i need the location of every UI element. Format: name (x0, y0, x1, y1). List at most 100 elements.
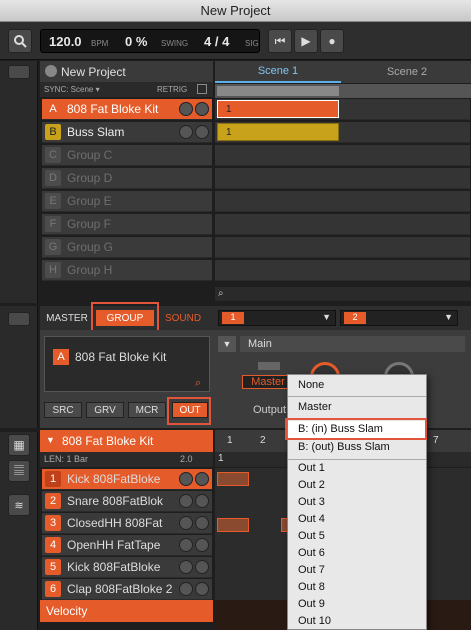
length-dropdown[interactable]: LEN: 1 Bar (44, 454, 88, 464)
page-selector-2[interactable]: 2 ▼ (340, 310, 458, 326)
chevron-down-icon: ▼ (222, 339, 232, 349)
group-row[interactable]: D Group D (42, 168, 212, 189)
pad-pan-knob[interactable] (195, 538, 209, 552)
group-name: Group D (67, 171, 113, 185)
menu-item-buss-out[interactable]: B: (out) Buss Slam (288, 439, 426, 456)
grid-view-button[interactable]: ▦ (8, 434, 30, 456)
pad-row[interactable]: 5 Kick 808FatBloke (42, 557, 212, 578)
pad-volume-knob[interactable] (179, 516, 193, 530)
group-row[interactable]: C Group C (42, 145, 212, 166)
signature-label: SIG (245, 39, 259, 48)
scene-cell[interactable] (215, 191, 470, 212)
keyboard-view-button[interactable]: 𝄚 (8, 460, 30, 482)
menu-item-out-10[interactable]: Out 10 (288, 613, 426, 630)
velocity-lane[interactable]: Velocity (40, 600, 213, 622)
scene-cell[interactable] (215, 145, 470, 166)
pad-row[interactable]: 2 Snare 808FatBlok (42, 491, 212, 512)
pad-pan-knob[interactable] (195, 494, 209, 508)
group-row[interactable]: A 808 Fat Bloke Kit (42, 99, 212, 120)
pad-row[interactable]: 1 Kick 808FatBloke (42, 469, 212, 490)
group-pan-knob[interactable] (195, 102, 209, 116)
scene-1-tab[interactable]: Scene 1 (215, 61, 341, 83)
param-up-arrow[interactable] (258, 362, 280, 370)
scene-clip[interactable]: 1 (217, 100, 339, 118)
chevron-down-icon[interactable] (45, 65, 57, 77)
control-toggle[interactable] (8, 312, 30, 326)
swing-label: SWING (161, 39, 189, 48)
group-volume-knob[interactable] (179, 125, 193, 139)
group-pan-knob[interactable] (195, 125, 209, 139)
tab-master[interactable]: MASTER (44, 310, 90, 326)
tab-mcr[interactable]: MCR (128, 402, 166, 418)
pad-volume-knob[interactable] (179, 582, 193, 596)
group-letter: E (45, 193, 61, 209)
menu-item-out-8[interactable]: Out 8 (288, 579, 426, 596)
out-tab-highlight (167, 397, 211, 425)
group-row[interactable]: H Group H (42, 260, 212, 281)
scene-2-tab[interactable]: Scene 2 (343, 61, 471, 83)
group-name: Group F (67, 217, 112, 231)
pad-volume-knob[interactable] (179, 472, 193, 486)
menu-item-out-6[interactable]: Out 6 (288, 545, 426, 562)
scene-clip[interactable]: 1 (217, 123, 339, 141)
tab-src[interactable]: SRC (44, 402, 82, 418)
scene-cell[interactable] (215, 237, 470, 258)
scene-cell[interactable] (215, 260, 470, 281)
note-closedhh-1[interactable] (217, 518, 249, 532)
tab-sound[interactable]: SOUND (162, 310, 204, 326)
arranger-toggle[interactable] (8, 65, 30, 79)
pad-row[interactable]: 4 OpenHH FatTape (42, 535, 212, 556)
pad-pan-knob[interactable] (195, 516, 209, 530)
arranger-timeline[interactable] (215, 84, 471, 98)
output-dropdown-menu: None Master B: (in) Buss Slam B: (out) B… (285, 374, 427, 630)
sync-dropdown[interactable]: SYNC: Scene ▾ (44, 85, 100, 94)
pad-pan-knob[interactable] (195, 560, 209, 574)
scene-cell[interactable]: 1 (215, 122, 470, 143)
search-button[interactable] (8, 29, 32, 53)
pad-pan-knob[interactable] (195, 472, 209, 486)
group-row[interactable]: F Group F (42, 214, 212, 235)
record-button[interactable]: ● (320, 29, 344, 53)
pad-volume-knob[interactable] (179, 494, 193, 508)
menu-item-out-9[interactable]: Out 9 (288, 596, 426, 613)
pad-pan-knob[interactable] (195, 582, 209, 596)
group-row[interactable]: G Group G (42, 237, 212, 258)
pattern-length-bar: LEN: 1 Bar 2.0 (40, 452, 213, 467)
loop-range[interactable] (217, 86, 339, 96)
swing-value[interactable]: 0 % (125, 34, 147, 49)
menu-item-out-7[interactable]: Out 7 (288, 562, 426, 579)
group-volume-knob[interactable] (179, 102, 193, 116)
pad-row[interactable]: 3 ClosedHH 808Fat (42, 513, 212, 534)
note-kick[interactable] (217, 472, 249, 486)
scene-cell[interactable] (215, 168, 470, 189)
page-selector-1-value: 1 (222, 312, 244, 324)
chevron-down-icon[interactable]: ▼ (46, 435, 55, 445)
scene-cell[interactable]: 1 (215, 99, 470, 120)
menu-item-out-5[interactable]: Out 5 (288, 528, 426, 545)
restart-button[interactable]: ⏮ (268, 29, 292, 53)
menu-item-out-2[interactable]: Out 2 (288, 477, 426, 494)
section-menu-button[interactable]: ▼ (218, 336, 236, 352)
page-selector-1[interactable]: 1 ▼ (218, 310, 336, 326)
retrig-checkbox[interactable] (197, 84, 207, 94)
pad-volume-knob[interactable] (179, 538, 193, 552)
zoom-dropdown[interactable]: 2.0 (180, 454, 193, 464)
menu-item-master[interactable]: Master (288, 399, 426, 416)
pad-row[interactable]: 6 Clap 808FatBloke 2 (42, 579, 212, 600)
menu-item-out-4[interactable]: Out 4 (288, 511, 426, 528)
tempo-value[interactable]: 120.0 (49, 34, 82, 49)
search-icon[interactable]: ⌕ (195, 377, 201, 390)
menu-item-out-3[interactable]: Out 3 (288, 494, 426, 511)
tab-grv[interactable]: GRV (86, 402, 124, 418)
waveform-view-button[interactable]: ≋ (8, 494, 30, 516)
signature-value[interactable]: 4 / 4 (204, 34, 229, 49)
scene-cell[interactable] (215, 214, 470, 235)
zoom-icon[interactable]: ⌕ (218, 288, 224, 299)
menu-item-none[interactable]: None (288, 377, 426, 394)
arranger-footer: ⌕ (215, 287, 471, 301)
group-row[interactable]: E Group E (42, 191, 212, 212)
group-row[interactable]: B Buss Slam (42, 122, 212, 143)
pad-volume-knob[interactable] (179, 560, 193, 574)
menu-item-out-1[interactable]: Out 1 (288, 460, 426, 477)
play-button[interactable]: ▶ (294, 29, 318, 53)
